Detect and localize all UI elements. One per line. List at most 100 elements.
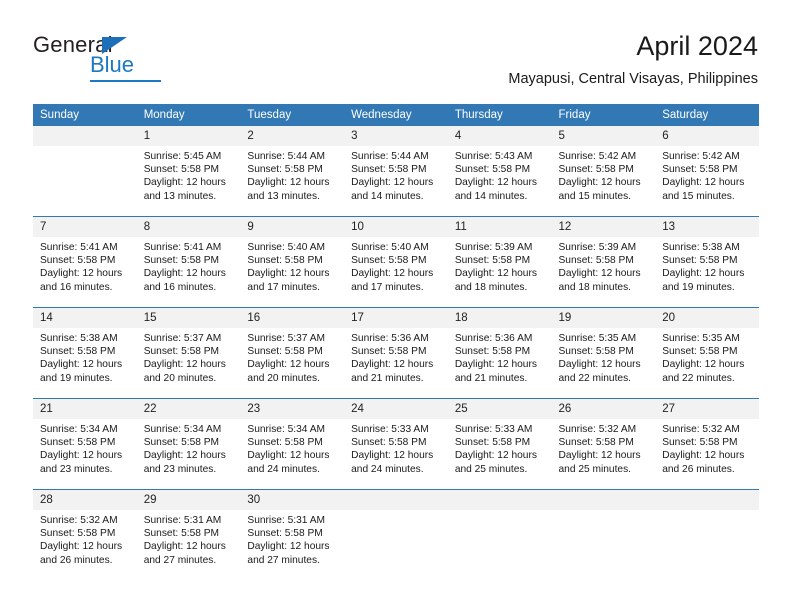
sunrise-text: Sunrise: 5:32 AM (40, 515, 118, 526)
daylight-text-line1: Daylight: 12 hours (247, 268, 330, 280)
day-number: 24 (344, 399, 448, 419)
daylight-text-line2: and 18 minutes. (454, 281, 528, 293)
daylight-text-line1: Daylight: 12 hours (558, 450, 641, 462)
daylight-text-line1: Daylight: 12 hours (143, 450, 226, 462)
calendar-day-cell[interactable]: 6 Sunrise: 5:42 AM Sunset: 5:58 PM Daylight… (655, 126, 759, 217)
daylight-text-line2: and 16 minutes. (143, 281, 217, 293)
calendar-day-cell[interactable]: 22 Sunrise: 5:34 AM Sunset: 5:58 PM Dayligh… (136, 398, 241, 490)
sunset-text: Sunset: 5:58 PM (247, 255, 323, 267)
daylight-text-line1: Daylight: 12 hours (558, 177, 641, 189)
daylight-text-line1: Daylight: 12 hours (454, 450, 537, 462)
daylight-text-line1: Daylight: 12 hours (351, 268, 434, 280)
daylight-text-line2: and 25 minutes. (558, 463, 632, 475)
calendar-day-cell[interactable]: 7 Sunrise: 5:41 AM Sunset: 5:58 PM Daylight… (33, 216, 137, 308)
daylight-text-line2: and 24 minutes. (351, 463, 424, 475)
daylight-text-line1: Daylight: 12 hours (558, 359, 641, 371)
sunset-text: Sunset: 5:58 PM (351, 437, 427, 449)
day-details: Sunrise: 5:35 AM Sunset: 5:58 PM Daylight:… (552, 328, 656, 385)
sunrise-text: Sunrise: 5:42 AM (662, 151, 740, 162)
page-title: April 2024 (636, 31, 758, 61)
day-details: Sunrise: 5:44 AM Sunset: 5:58 PM Daylight:… (344, 146, 448, 203)
sunrise-text: Sunrise: 5:37 AM (143, 333, 222, 344)
day-number: 22 (136, 399, 241, 419)
day-number: 20 (655, 308, 759, 328)
daylight-text-line2: and 21 minutes. (454, 372, 528, 384)
calendar-day-cell[interactable]: 18 Sunrise: 5:36 AM Sunset: 5:58 PM Dayligh… (447, 307, 552, 399)
calendar-day-cell[interactable]: 1 Sunrise: 5:45 AM Sunset: 5:58 PM Daylight… (136, 126, 241, 217)
daylight-text-line2: and 20 minutes. (247, 372, 320, 384)
calendar-day-cell[interactable]: 12 Sunrise: 5:39 AM Sunset: 5:58 PM Dayligh… (551, 216, 656, 308)
calendar-day-cell[interactable]: 14 Sunrise: 5:38 AM Sunset: 5:58 PM Dayligh… (33, 307, 137, 399)
calendar-week-row: 1 Sunrise: 5:45 AM Sunset: 5:58 PM Daylight… (33, 126, 759, 217)
calendar-day-cell[interactable]: 8 Sunrise: 5:41 AM Sunset: 5:58 PM Daylight… (136, 216, 241, 308)
calendar-day-cell[interactable]: 13 Sunrise: 5:38 AM Sunset: 5:58 PM Dayligh… (655, 216, 759, 308)
sunrise-text: Sunrise: 5:37 AM (247, 333, 325, 344)
day-details: Sunrise: 5:31 AM Sunset: 5:58 PM Daylight:… (240, 510, 344, 567)
daylight-text-line2: and 27 minutes. (247, 554, 320, 566)
day-number: 25 (447, 399, 552, 419)
general-blue-logo[interactable]: General Blue (33, 32, 233, 82)
sunset-text: Sunset: 5:58 PM (558, 255, 634, 267)
calendar-day-cell[interactable]: 21 Sunrise: 5:34 AM Sunset: 5:58 PM Dayligh… (33, 398, 137, 490)
day-number: 23 (240, 399, 345, 419)
calendar-day-cell[interactable]: 24 Sunrise: 5:33 AM Sunset: 5:58 PM Dayligh… (344, 398, 448, 490)
daylight-text-line2: and 22 minutes. (662, 372, 735, 384)
sunrise-text: Sunrise: 5:39 AM (454, 242, 533, 253)
calendar-day-cell[interactable]: 23 Sunrise: 5:34 AM Sunset: 5:58 PM Dayligh… (240, 398, 345, 490)
day-number: 15 (136, 308, 241, 328)
daylight-text-line2: and 18 minutes. (558, 281, 632, 293)
calendar-day-cell[interactable]: 9 Sunrise: 5:40 AM Sunset: 5:58 PM Daylight… (240, 216, 345, 308)
page-header: General Blue April 2024 Mayapusi, Centra… (0, 0, 792, 104)
sunrise-text: Sunrise: 5:31 AM (247, 515, 325, 526)
day-number (447, 490, 552, 510)
daylight-text-line1: Daylight: 12 hours (247, 450, 330, 462)
day-number: 12 (551, 217, 656, 237)
day-details: Sunrise: 5:45 AM Sunset: 5:58 PM Daylight:… (137, 146, 241, 203)
calendar-day-cell[interactable]: 4 Sunrise: 5:43 AM Sunset: 5:58 PM Daylight… (447, 126, 552, 217)
calendar-day-cell[interactable]: 10 Sunrise: 5:40 AM Sunset: 5:58 PM Dayligh… (344, 216, 448, 308)
sunset-text: Sunset: 5:58 PM (351, 255, 427, 267)
calendar-day-cell[interactable]: 15 Sunrise: 5:37 AM Sunset: 5:58 PM Dayligh… (136, 307, 241, 399)
daylight-text-line1: Daylight: 12 hours (454, 359, 537, 371)
day-details: Sunrise: 5:36 AM Sunset: 5:58 PM Daylight:… (448, 328, 552, 385)
calendar-day-cell[interactable]: 29 Sunrise: 5:31 AM Sunset: 5:58 PM Dayligh… (136, 489, 241, 580)
calendar-day-cell[interactable]: 26 Sunrise: 5:32 AM Sunset: 5:58 PM Dayligh… (551, 398, 656, 490)
weekday-header-friday: Friday (551, 104, 656, 126)
day-details: Sunrise: 5:32 AM Sunset: 5:58 PM Daylight:… (655, 419, 759, 476)
calendar-day-cell[interactable]: 25 Sunrise: 5:33 AM Sunset: 5:58 PM Dayligh… (447, 398, 552, 490)
daylight-text-line1: Daylight: 12 hours (454, 268, 537, 280)
calendar-cell-empty (447, 489, 552, 580)
daylight-text-line2: and 26 minutes. (662, 463, 735, 475)
sunrise-text: Sunrise: 5:36 AM (351, 333, 429, 344)
day-details: Sunrise: 5:34 AM Sunset: 5:58 PM Daylight:… (33, 419, 137, 476)
calendar-day-cell[interactable]: 2 Sunrise: 5:44 AM Sunset: 5:58 PM Daylight… (240, 126, 345, 217)
calendar-day-cell[interactable]: 17 Sunrise: 5:36 AM Sunset: 5:58 PM Dayligh… (344, 307, 448, 399)
day-number: 3 (344, 126, 448, 146)
sunrise-text: Sunrise: 5:33 AM (454, 424, 533, 435)
day-details: Sunrise: 5:33 AM Sunset: 5:58 PM Daylight:… (448, 419, 552, 476)
calendar-day-cell[interactable]: 16 Sunrise: 5:37 AM Sunset: 5:58 PM Dayligh… (240, 307, 345, 399)
calendar-cell-empty (655, 489, 759, 580)
calendar-day-cell[interactable]: 3 Sunrise: 5:44 AM Sunset: 5:58 PM Daylight… (344, 126, 448, 217)
sunset-text: Sunset: 5:58 PM (662, 255, 738, 267)
sunset-text: Sunset: 5:58 PM (454, 437, 531, 449)
calendar-day-cell[interactable]: 28 Sunrise: 5:32 AM Sunset: 5:58 PM Dayligh… (33, 489, 137, 580)
day-number (655, 490, 759, 510)
sunset-text: Sunset: 5:58 PM (40, 255, 116, 267)
daylight-text-line2: and 19 minutes. (662, 281, 735, 293)
calendar-day-cell[interactable]: 20 Sunrise: 5:35 AM Sunset: 5:58 PM Dayligh… (655, 307, 759, 399)
calendar-day-cell[interactable]: 11 Sunrise: 5:39 AM Sunset: 5:58 PM Dayligh… (447, 216, 552, 308)
sunset-text: Sunset: 5:58 PM (454, 164, 531, 176)
sunrise-text: Sunrise: 5:40 AM (351, 242, 429, 253)
daylight-text-line1: Daylight: 12 hours (247, 541, 330, 553)
day-number: 10 (344, 217, 448, 237)
daylight-text-line1: Daylight: 12 hours (454, 177, 537, 189)
calendar-day-cell[interactable]: 30 Sunrise: 5:31 AM Sunset: 5:58 PM Dayligh… (240, 489, 345, 580)
calendar-day-cell[interactable]: 19 Sunrise: 5:35 AM Sunset: 5:58 PM Dayligh… (551, 307, 656, 399)
day-number: 8 (136, 217, 241, 237)
calendar-day-cell[interactable]: 27 Sunrise: 5:32 AM Sunset: 5:58 PM Dayligh… (655, 398, 759, 490)
sunrise-text: Sunrise: 5:41 AM (40, 242, 118, 253)
day-details: Sunrise: 5:33 AM Sunset: 5:58 PM Daylight:… (344, 419, 448, 476)
day-number: 19 (551, 308, 656, 328)
calendar-day-cell[interactable]: 5 Sunrise: 5:42 AM Sunset: 5:58 PM Daylight… (551, 126, 656, 217)
